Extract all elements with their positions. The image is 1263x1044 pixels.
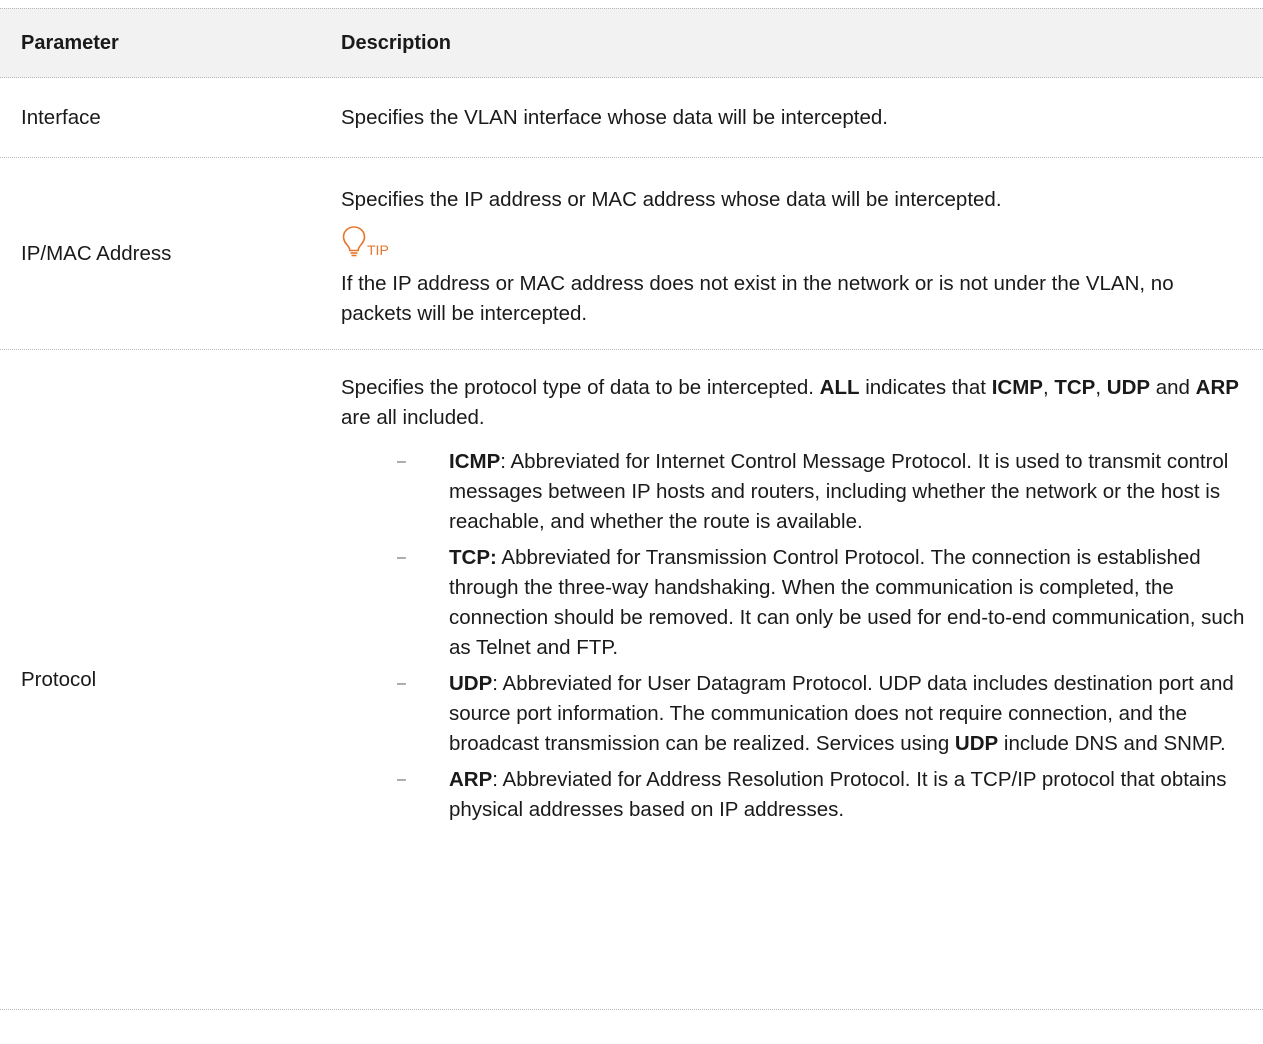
list-item: – UDP: Abbreviated for User Datagram Pro… — [341, 669, 1245, 759]
dash-bullet: – — [397, 453, 406, 470]
table-row: Interface Specifies the VLAN interface w… — [0, 78, 1263, 158]
list-item: – ARP: Abbreviated for Address Resolutio… — [341, 765, 1245, 825]
tip-text: If the IP address or MAC address does no… — [341, 272, 1174, 325]
table-row: IP/MAC Address Specifies the IP address … — [0, 158, 1263, 350]
list-item: – TCP: Abbreviated for Transmission Cont… — [341, 543, 1245, 663]
header-description: Description — [341, 32, 452, 54]
term: TCP: — [449, 546, 497, 569]
parameter-table: Parameter Description Interface Specifie… — [0, 8, 1263, 1010]
table-row: Protocol Specifies the protocol type of … — [0, 350, 1263, 1010]
dash-bullet: – — [397, 771, 406, 788]
dash-bullet: – — [397, 675, 406, 692]
lightbulb-icon — [341, 225, 367, 257]
param-cell: IP/MAC Address — [21, 241, 172, 265]
tip-label: TIP — [367, 242, 389, 258]
param-cell: Interface — [21, 105, 101, 129]
list-item: – ICMP: Abbreviated for Internet Control… — [341, 447, 1245, 537]
term: ARP — [449, 768, 493, 791]
description-text: Specifies the IP address or MAC address … — [341, 188, 1002, 211]
tip-block: TIP — [341, 223, 1245, 257]
dash-bullet: – — [397, 549, 406, 566]
header-parameter: Parameter — [21, 31, 119, 54]
protocol-list: – ICMP: Abbreviated for Internet Control… — [341, 447, 1245, 825]
table-header-row: Parameter Description — [0, 8, 1263, 78]
description-cell: Specifies the VLAN interface whose data … — [341, 105, 888, 129]
description-cell: Specifies the protocol type of data to b… — [341, 350, 1263, 1009]
term: UDP — [449, 672, 493, 695]
term: ICMP — [449, 450, 501, 473]
description-cell: Specifies the IP address or MAC address … — [341, 158, 1263, 349]
param-cell: Protocol — [21, 667, 97, 691]
protocol-intro: Specifies the protocol type of data to b… — [341, 376, 1239, 429]
